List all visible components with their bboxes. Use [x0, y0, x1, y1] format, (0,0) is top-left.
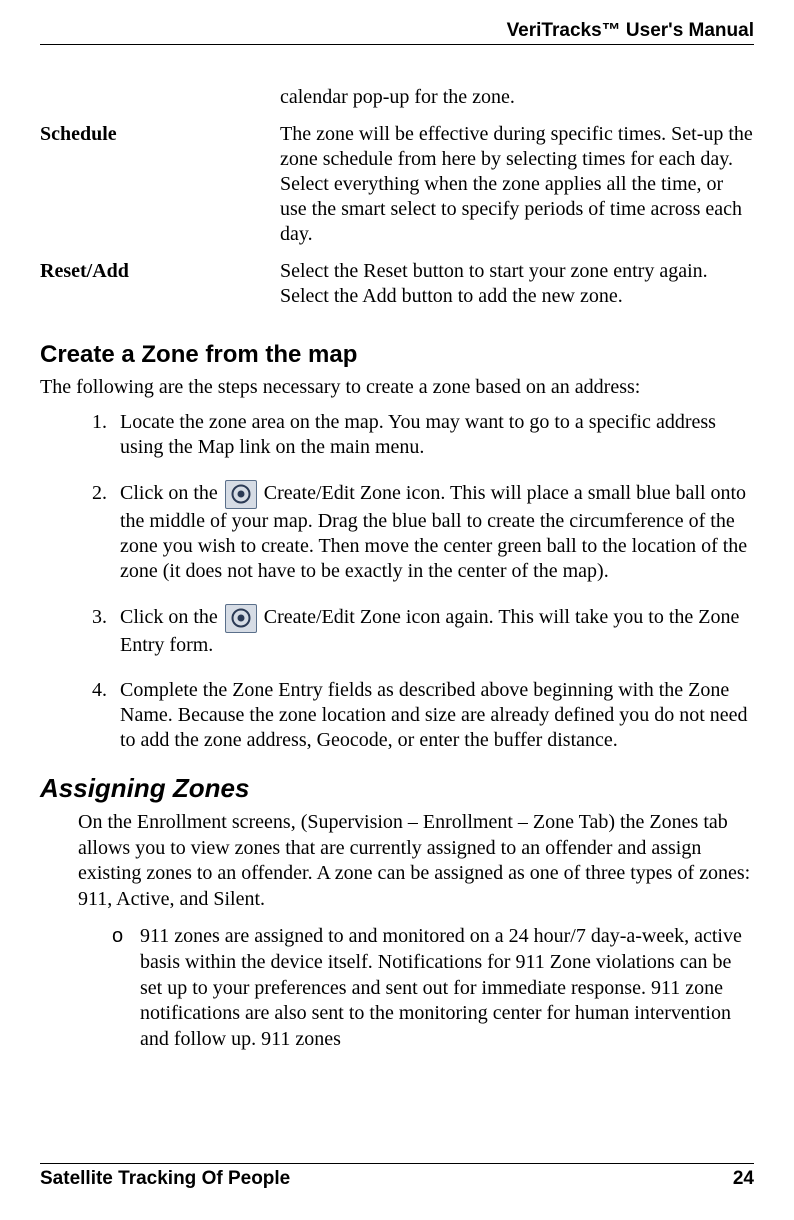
step-text-pre: Click on the: [120, 606, 223, 628]
def-label: Schedule: [40, 122, 280, 259]
create-edit-zone-icon: [225, 604, 257, 633]
list-item: Locate the zone area on the map. You may…: [112, 410, 754, 460]
page-content: VeriTracks™ User's Manual calendar pop-u…: [0, 0, 794, 1052]
create-edit-zone-icon: [225, 480, 257, 509]
def-label: [40, 85, 280, 122]
header-rule: [40, 44, 754, 45]
step-text: Locate the zone area on the map. You may…: [120, 411, 716, 458]
page-footer: Satellite Tracking Of People 24: [40, 1163, 754, 1190]
def-text: calendar pop-up for the zone.: [280, 85, 754, 122]
section-heading-assigning-zones: Assigning Zones: [40, 773, 754, 804]
def-text: The zone will be effective during specif…: [280, 122, 754, 259]
step-text: Complete the Zone Entry fields as descri…: [120, 679, 748, 751]
list-item: Complete the Zone Entry fields as descri…: [112, 678, 754, 753]
bullet-marker: o: [112, 924, 123, 950]
bullet-text: 911 zones are assigned to and monitored …: [140, 925, 742, 1049]
footer-rule: [40, 1163, 754, 1164]
section-heading-create-zone: Create a Zone from the map: [40, 341, 754, 369]
list-item: Click on the Create/Edit Zone icon. This…: [112, 480, 754, 584]
footer-row: Satellite Tracking Of People 24: [40, 1168, 754, 1190]
footer-page-number: 24: [733, 1168, 754, 1190]
table-row: Schedule The zone will be effective duri…: [40, 122, 754, 259]
list-item: o 911 zones are assigned to and monitore…: [112, 924, 754, 1052]
table-row: Reset/Add Select the Reset button to sta…: [40, 259, 754, 321]
footer-left: Satellite Tracking Of People: [40, 1168, 290, 1190]
section-paragraph: On the Enrollment screens, (Supervision …: [78, 810, 754, 912]
def-label: Reset/Add: [40, 259, 280, 321]
steps-list: Locate the zone area on the map. You may…: [40, 410, 754, 753]
section-intro: The following are the steps necessary to…: [40, 375, 754, 400]
doc-header-title: VeriTracks™ User's Manual: [40, 10, 754, 44]
table-row: calendar pop-up for the zone.: [40, 85, 754, 122]
definition-table: calendar pop-up for the zone. Schedule T…: [40, 85, 754, 321]
step-text-pre: Click on the: [120, 482, 223, 504]
zone-types-list: o 911 zones are assigned to and monitore…: [40, 924, 754, 1052]
list-item: Click on the Create/Edit Zone icon again…: [112, 604, 754, 658]
def-text: Select the Reset button to start your zo…: [280, 259, 754, 321]
